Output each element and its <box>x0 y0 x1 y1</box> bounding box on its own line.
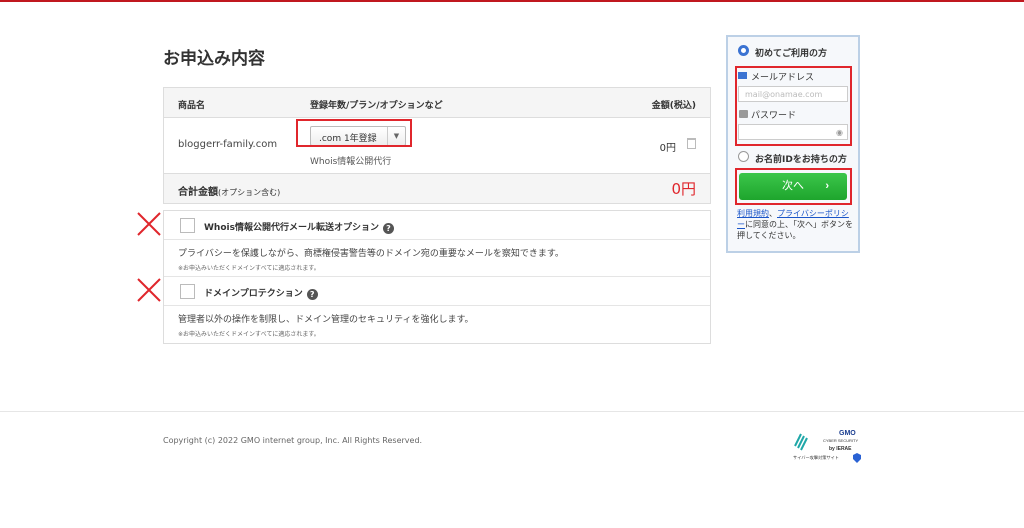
option-header: ドメインプロテクション? <box>164 277 710 306</box>
badge-site: サイバー攻撃対策サイト <box>793 454 839 461</box>
order-table-header: 商品名 登録年数/プラン/オプションなど 金額(税込) <box>164 88 710 118</box>
header-product: 商品名 <box>178 101 206 111</box>
terms-text: 利用規約、プライバシーポリシーに同意の上、「次へ」ボタンを押してください。 <box>737 208 853 241</box>
total-value: 0円 <box>671 180 696 198</box>
radio-has-id[interactable] <box>738 151 749 162</box>
option-description: 管理者以外の操作を制限し、ドメイン管理のセキュリティを強化します。 <box>178 315 474 325</box>
total-row: 合計金額(オプション含む) 0円 <box>164 174 710 203</box>
terms-link[interactable]: 利用規約 <box>737 209 769 218</box>
header-price: 金額(税込) <box>651 101 696 111</box>
terms-note: に同意の上、「次へ」ボタンを押してください。 <box>737 220 853 240</box>
has-id-label: お名前IDをお持ちの方 <box>755 155 847 165</box>
option-header: Whois情報公開代行メール転送オプション? <box>164 211 710 240</box>
badge-gmo: GMO <box>839 430 856 437</box>
option-note: ※お申込みいただくドメインすべてに適応されます。 <box>178 331 320 338</box>
cross-mark-icon <box>137 278 161 302</box>
whois-option-label: Whois情報公開代行 <box>310 157 392 167</box>
top-accent-bar <box>0 0 1024 2</box>
radio-first-time[interactable] <box>738 45 749 56</box>
option-body: 管理者以外の操作を制限し、ドメイン管理のセキュリティを強化します。 ※お申込みい… <box>164 306 710 343</box>
badge-ierae: by IERAE <box>829 446 852 452</box>
terms-separator: 、 <box>769 209 777 218</box>
page-title: お申込み内容 <box>163 49 265 69</box>
option-title: Whois情報公開代行メール転送オプション <box>204 223 379 233</box>
order-row: bloggerr-family.com .com 1年登録 ▼ Whois情報公… <box>164 118 710 174</box>
option-checkbox-domain-protection[interactable] <box>180 284 195 299</box>
option-note: ※お申込みいただくドメインすべてに適応されます。 <box>178 265 320 272</box>
option-title: ドメインプロテクション <box>204 289 303 299</box>
option-checkbox-whois-forward[interactable] <box>180 218 195 233</box>
trash-icon[interactable] <box>687 138 696 149</box>
cross-mark-icon <box>137 212 161 236</box>
help-icon[interactable]: ? <box>306 289 318 300</box>
highlight-box-next <box>735 168 852 205</box>
row-price: 0円 <box>659 143 676 154</box>
header-plan: 登録年数/プラン/オプションなど <box>310 101 443 111</box>
domain-name: bloggerr-family.com <box>178 139 278 150</box>
option-body: プライバシーを保護しながら、商標権侵害警告等のドメイン宛の重要なメールを察知でき… <box>164 240 710 277</box>
footer-divider <box>0 411 1024 412</box>
option-description: プライバシーを保護しながら、商標権侵害警告等のドメイン宛の重要なメールを察知でき… <box>178 249 564 259</box>
highlight-box-login <box>735 66 852 146</box>
badge-cyber: CYBER SECURITY <box>823 438 858 443</box>
gmo-cyber-security-logo: GMO CYBER SECURITY by IERAE サイバー攻撃対策サイト <box>793 430 861 463</box>
order-table: 商品名 登録年数/プラン/オプションなど 金額(税込) bloggerr-fam… <box>163 87 711 204</box>
total-label: 合計金額 <box>178 187 218 198</box>
highlight-box-plan <box>296 119 412 147</box>
copyright: Copyright (c) 2022 GMO internet group, I… <box>163 436 423 445</box>
options-section: Whois情報公開代行メール転送オプション? プライバシーを保護しながら、商標権… <box>163 210 711 344</box>
first-time-label: 初めてご利用の方 <box>755 49 828 59</box>
help-icon[interactable]: ? <box>382 223 394 234</box>
total-note: (オプション含む) <box>218 188 281 197</box>
